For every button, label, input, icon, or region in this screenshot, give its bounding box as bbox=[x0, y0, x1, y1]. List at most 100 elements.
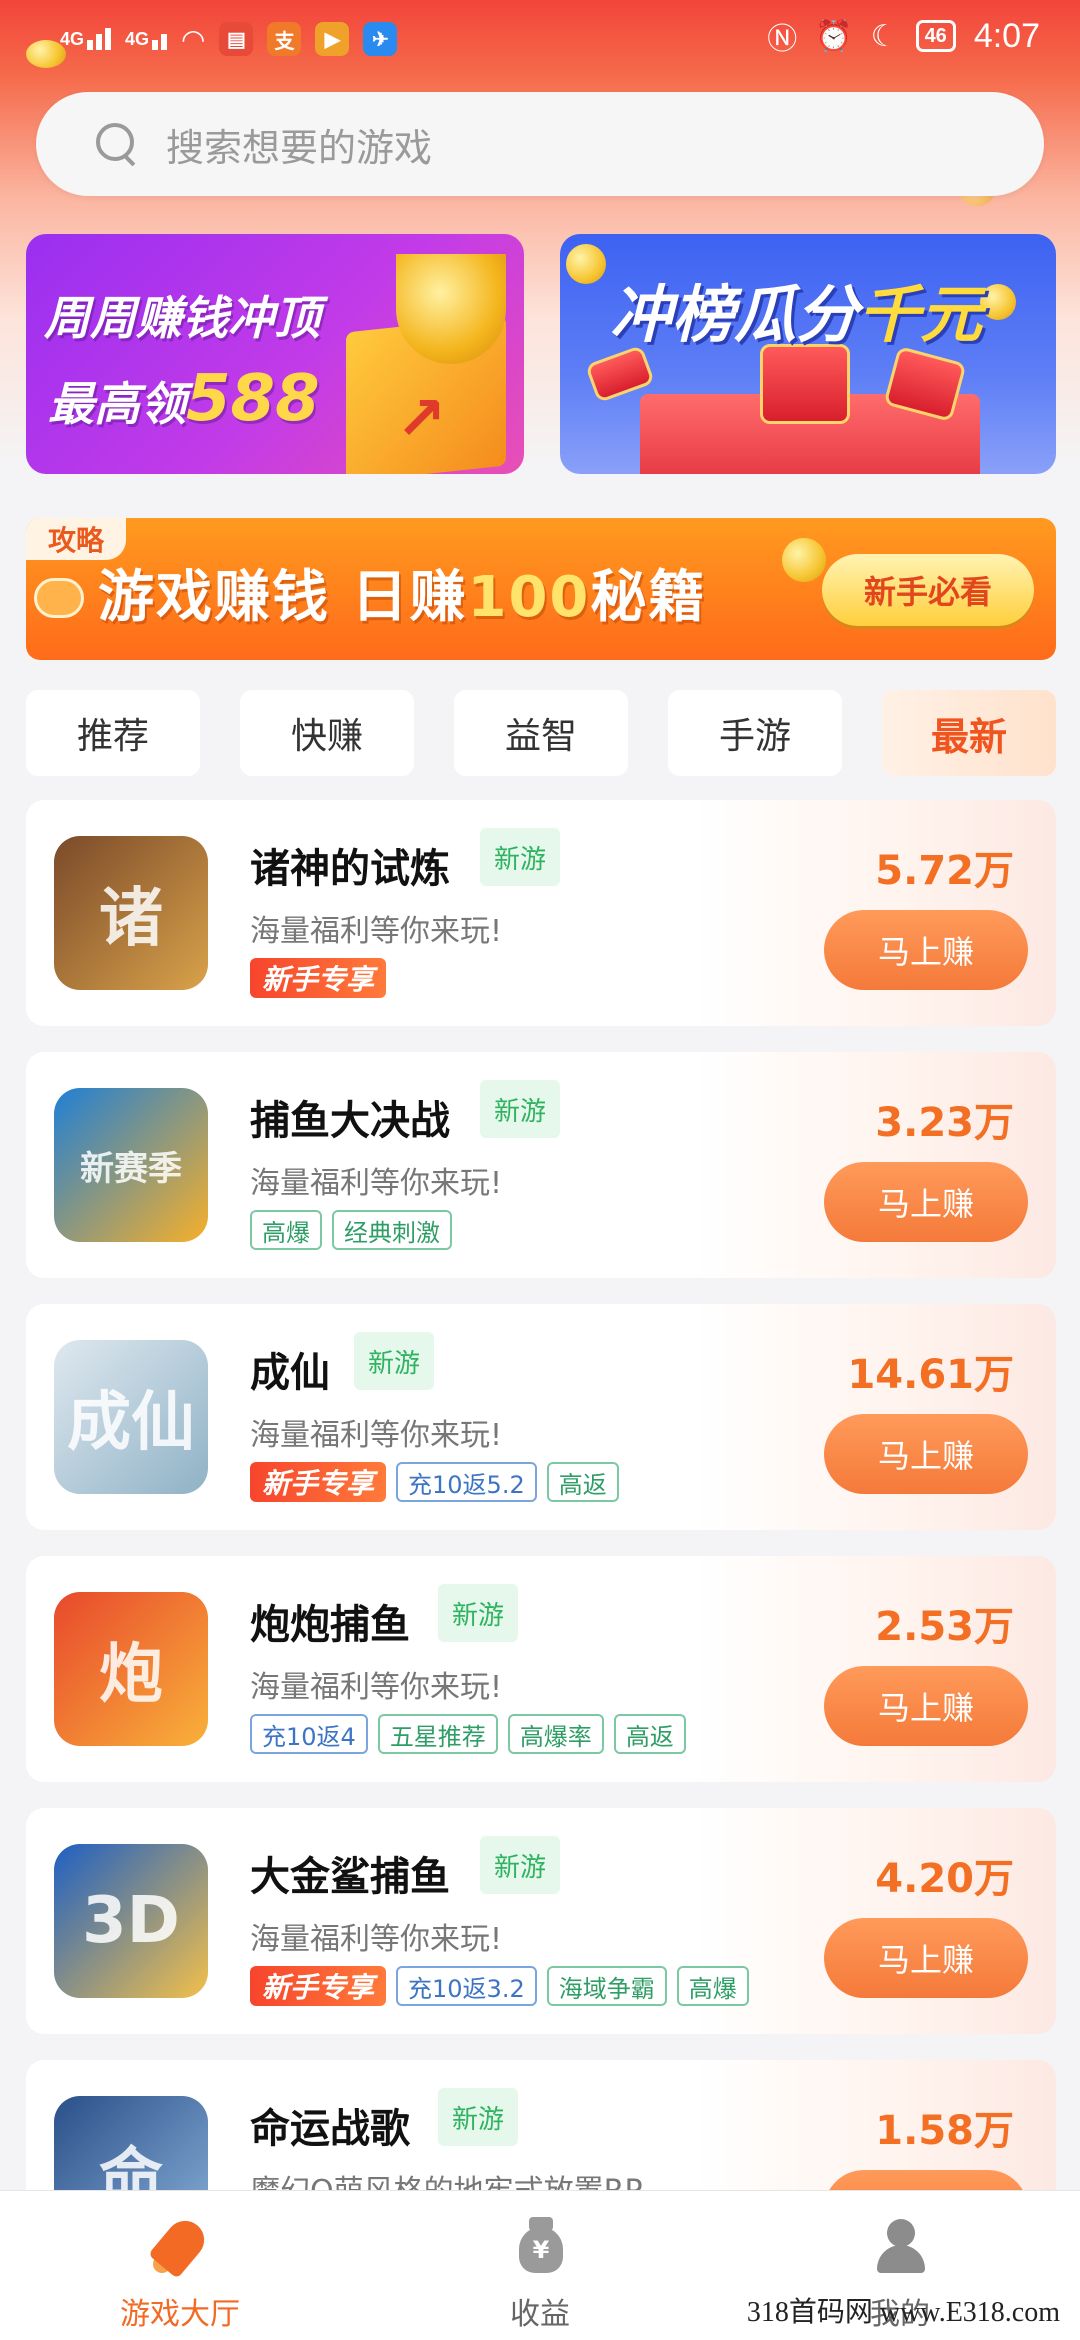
new-game-badge: 新游 bbox=[480, 828, 561, 886]
reward-amount: 2.53万 bbox=[875, 1604, 1014, 1650]
game-tag: 高爆 bbox=[676, 1966, 749, 2006]
coin-decoration bbox=[782, 538, 826, 582]
trophy-icon bbox=[396, 254, 506, 364]
game-name: 大金鲨捕鱼 bbox=[250, 1854, 450, 1900]
search-bar[interactable]: 搜索想要的游戏 bbox=[36, 92, 1044, 196]
tab-puzzle[interactable]: 益智 bbox=[454, 690, 628, 776]
banner-subtitle: 最高领588 bbox=[48, 362, 320, 436]
coin-decoration bbox=[980, 284, 1016, 320]
game-icon-art: 新赛季 bbox=[80, 1148, 182, 1189]
game-tag: 充10返3.2 bbox=[396, 1966, 537, 2006]
reading-app-icon: ▤ bbox=[219, 22, 254, 56]
new-game-badge: 新游 bbox=[438, 1584, 519, 1642]
banner-title: 周周赚钱冲顶 bbox=[44, 291, 320, 345]
game-tags: 新手专享 bbox=[250, 958, 387, 998]
earn-now-button[interactable]: 马上赚 bbox=[824, 1162, 1028, 1242]
game-tag: 新手专享 bbox=[250, 958, 387, 998]
game-icon[interactable]: 诸 bbox=[54, 836, 208, 990]
game-card[interactable]: 炮 炮炮捕鱼 新游海量福利等你来玩! 充10返4 五星推荐 高爆率 高返 2.53万马上赚 bbox=[26, 1556, 1056, 1782]
reward-amount: 4.20万 bbox=[875, 1856, 1014, 1902]
tab-mobile-games[interactable]: 手游 bbox=[668, 690, 842, 776]
search-icon bbox=[96, 123, 138, 165]
tab-latest[interactable]: 最新 bbox=[882, 690, 1056, 776]
reward-amount: 14.61万 bbox=[847, 1352, 1014, 1398]
strategy-title: 游戏赚钱 日赚100秘籍 bbox=[98, 565, 707, 630]
earn-now-button[interactable]: 马上赚 bbox=[824, 910, 1028, 990]
new-game-badge: 新游 bbox=[480, 1080, 561, 1138]
game-tags: 新手专享 充10返3.2 海域争霸 高爆 bbox=[250, 1966, 749, 2006]
alipay-icon: 支 bbox=[267, 22, 302, 56]
category-tabs: 推荐 快赚 益智 手游 最新 bbox=[26, 690, 1056, 776]
clock: 4:07 bbox=[973, 16, 1040, 55]
tab-quick-earn[interactable]: 快赚 bbox=[240, 690, 414, 776]
game-tag: 高爆 bbox=[250, 1210, 322, 1250]
new-game-badge: 新游 bbox=[438, 2088, 519, 2146]
person-icon bbox=[871, 2217, 929, 2275]
alarm-icon: ⏰ bbox=[815, 19, 853, 53]
earn-now-button[interactable]: 马上赚 bbox=[824, 1414, 1028, 1494]
earn-now-button[interactable]: 马上赚 bbox=[824, 1666, 1028, 1746]
do-not-disturb-moon-icon: ☾ bbox=[870, 19, 898, 53]
battery-indicator: 46 bbox=[915, 20, 956, 52]
game-name: 成仙 bbox=[250, 1350, 330, 1396]
game-card[interactable]: 新赛季 捕鱼大决战 新游 海量福利等你来玩! 高爆 经典刺激 3.23万 马上赚 bbox=[26, 1052, 1056, 1278]
nfc-icon: Ⓝ bbox=[767, 23, 798, 56]
game-tag: 高返 bbox=[546, 1462, 619, 1502]
status-bar: 4G 4G ◠ ▤ 支 ▶ ✈ Ⓝ ⏰ ☾ 46 4:07 bbox=[0, 0, 1080, 80]
banner-title: 冲榜瓜分千元 bbox=[610, 278, 983, 351]
game-name: 炮炮捕鱼 bbox=[250, 1602, 410, 1648]
reward-amount: 3.23万 bbox=[875, 1100, 1014, 1146]
game-tags: 充10返4 五星推荐 高爆率 高返 bbox=[250, 1714, 686, 1754]
game-card[interactable]: 诸 诸神的试炼 新游 海量福利等你来玩! 新手专享 5.72万 马上赚 bbox=[26, 800, 1056, 1026]
weekly-earning-banner[interactable]: ↗ 周周赚钱冲顶 最高领588 bbox=[26, 234, 524, 474]
ranking-banner[interactable]: 冲榜瓜分千元 bbox=[560, 234, 1056, 474]
nav-game-hall[interactable]: 游戏大厅 bbox=[60, 2191, 300, 2333]
tab-recommend[interactable]: 推荐 bbox=[26, 690, 200, 776]
game-tag: 海域争霸 bbox=[546, 1966, 667, 2006]
message-app-icon: ✈ bbox=[363, 22, 398, 56]
money-bag-icon: ¥ bbox=[511, 2217, 569, 2275]
game-icon-art: 3D bbox=[82, 1884, 180, 1958]
game-description: 海量福利等你来玩! bbox=[250, 1670, 503, 1705]
reward-amount: 1.58万 bbox=[875, 2108, 1014, 2154]
game-description: 海量福利等你来玩! bbox=[250, 1922, 503, 1957]
game-icon[interactable]: 成仙 bbox=[54, 1340, 208, 1494]
game-icon[interactable]: 新赛季 bbox=[54, 1088, 208, 1242]
signal-icon: 4G bbox=[125, 29, 168, 50]
game-icon-art: 成仙 bbox=[67, 1386, 195, 1460]
game-tags: 新手专享 充10返5.2 高返 bbox=[250, 1462, 619, 1502]
game-card[interactable]: 3D 大金鲨捕鱼 新游海量福利等你来玩! 新手专享 充10返3.2 海域争霸 高爆 4.20万… bbox=[26, 1808, 1056, 2034]
game-icon[interactable]: 炮 bbox=[54, 1592, 208, 1746]
nav-earnings[interactable]: ¥ 收益 bbox=[420, 2191, 660, 2333]
earn-now-button[interactable]: 马上赚 bbox=[824, 1918, 1028, 1998]
game-tag: 充10返5.2 bbox=[396, 1462, 537, 1502]
nav-label: 游戏大厅 bbox=[120, 2297, 240, 2332]
new-game-badge: 新游 bbox=[480, 1836, 561, 1894]
rocket-icon bbox=[148, 2213, 212, 2279]
game-tag: 高返 bbox=[613, 1714, 686, 1754]
nav-label: 收益 bbox=[510, 2297, 570, 2332]
coin-decoration bbox=[566, 244, 606, 284]
game-description: 海量福利等你来玩! bbox=[250, 1166, 503, 1201]
video-app-icon: ▶ bbox=[315, 22, 350, 56]
game-icon-art: 炮 bbox=[99, 1638, 163, 1712]
watermark: 318首码网 www.E318.com bbox=[746, 2297, 1060, 2328]
game-tag: 新手专享 bbox=[250, 1462, 387, 1502]
game-icon[interactable]: 3D bbox=[54, 1844, 208, 1998]
signal-icon: 4G bbox=[60, 28, 112, 50]
game-tag: 五星推荐 bbox=[377, 1714, 498, 1754]
game-tag: 经典刺激 bbox=[332, 1210, 452, 1250]
new-game-badge: 新游 bbox=[354, 1332, 435, 1390]
gamepad-icon bbox=[34, 578, 84, 618]
wifi-icon: ◠ bbox=[181, 23, 206, 55]
red-envelope-icon bbox=[760, 344, 850, 424]
strategy-banner[interactable]: 攻略 游戏赚钱 日赚100秘籍 新手必看 bbox=[26, 518, 1056, 660]
game-icon-art: 诸 bbox=[99, 882, 163, 956]
beginner-guide-button[interactable]: 新手必看 bbox=[822, 554, 1034, 626]
game-card[interactable]: 成仙 成仙 新游 海量福利等你来玩! 新手专享 充10返5.2 高返 14.61万 马上赚 bbox=[26, 1304, 1056, 1530]
game-description: 海量福利等你来玩! bbox=[250, 1418, 503, 1453]
game-description: 海量福利等你来玩! bbox=[250, 914, 503, 949]
game-name: 诸神的试炼 bbox=[250, 846, 450, 892]
game-tag: 新手专享 bbox=[250, 1966, 387, 2006]
game-name: 命运战歌 bbox=[250, 2106, 410, 2152]
